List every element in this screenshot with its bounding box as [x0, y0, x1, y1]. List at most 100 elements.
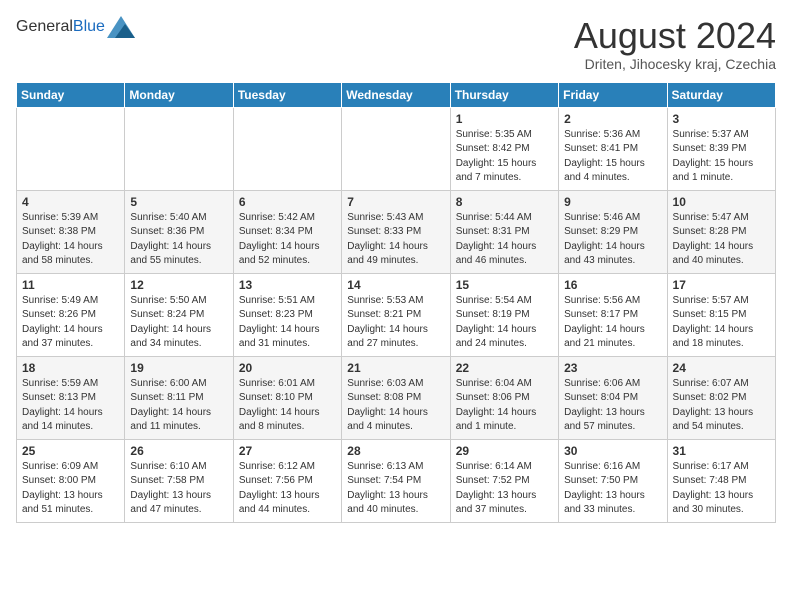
- day-number: 26: [130, 444, 227, 458]
- day-number: 24: [673, 361, 770, 375]
- day-number: 18: [22, 361, 119, 375]
- day-number: 19: [130, 361, 227, 375]
- day-info: Sunrise: 5:43 AM Sunset: 8:33 PM Dayligh…: [347, 211, 444, 269]
- day-number: 6: [239, 195, 336, 209]
- day-cell: 17Sunrise: 5:57 AM Sunset: 8:15 PM Dayli…: [667, 273, 775, 356]
- day-cell: 21Sunrise: 6:03 AM Sunset: 8:08 PM Dayli…: [342, 356, 450, 439]
- day-info: Sunrise: 5:39 AM Sunset: 8:38 PM Dayligh…: [22, 211, 119, 269]
- day-number: 16: [564, 278, 661, 292]
- day-cell: 7 Sunrise: 5:43 AM Sunset: 8:33 PM Daylig…: [342, 190, 450, 273]
- weekday-header-monday: Monday: [125, 82, 233, 107]
- day-cell: 24 Sunrise: 6:07 AM Sunset: 8:02 PM Dayli…: [667, 356, 775, 439]
- day-number: 8: [456, 195, 553, 209]
- day-number: 3: [673, 112, 770, 126]
- day-cell: 6 Sunrise: 5:42 AM Sunset: 8:34 PM Daylig…: [233, 190, 341, 273]
- day-cell: 18 Sunrise: 5:59 AM Sunset: 8:13 PM Dayli…: [17, 356, 125, 439]
- logo: GeneralBlue: [16, 16, 135, 38]
- day-info: Sunrise: 5:53 AM Sunset: 8:21 PM Dayligh…: [347, 294, 444, 352]
- page-header: GeneralBlue August 2024 Driten, Jihocesk…: [16, 16, 776, 72]
- day-cell: 27 Sunrise: 6:12 AM Sunset: 7:56 PM Dayli…: [233, 439, 341, 522]
- day-cell: 16 Sunrise: 5:56 AM Sunset: 8:17 PM Dayli…: [559, 273, 667, 356]
- day-number: 22: [456, 361, 553, 375]
- day-cell: 15 Sunrise: 5:54 AM Sunset: 8:19 PM Dayli…: [450, 273, 558, 356]
- day-cell: 1Sunrise: 5:35 AM Sunset: 8:42 PM Daylig…: [450, 107, 558, 190]
- day-info: Sunrise: 6:12 AM Sunset: 7:56 PM Dayligh…: [239, 460, 336, 518]
- day-info: Sunrise: 6:14 AM Sunset: 7:52 PM Dayligh…: [456, 460, 553, 518]
- day-cell: 22 Sunrise: 6:04 AM Sunset: 8:06 PM Dayli…: [450, 356, 558, 439]
- weekday-header-sunday: Sunday: [17, 82, 125, 107]
- weekday-header-tuesday: Tuesday: [233, 82, 341, 107]
- weekday-header-thursday: Thursday: [450, 82, 558, 107]
- day-info: Sunrise: 6:04 AM Sunset: 8:06 PM Dayligh…: [456, 377, 553, 435]
- day-info: Sunrise: 6:01 AM Sunset: 8:10 PM Dayligh…: [239, 377, 336, 435]
- day-info: Sunrise: 5:44 AM Sunset: 8:31 PM Dayligh…: [456, 211, 553, 269]
- week-row-2: 4 Sunrise: 5:39 AM Sunset: 8:38 PM Daylig…: [17, 190, 776, 273]
- day-number: 31: [673, 444, 770, 458]
- day-cell: 10Sunrise: 5:47 AM Sunset: 8:28 PM Dayli…: [667, 190, 775, 273]
- day-cell: [125, 107, 233, 190]
- day-number: 2: [564, 112, 661, 126]
- day-info: Sunrise: 5:51 AM Sunset: 8:23 PM Dayligh…: [239, 294, 336, 352]
- day-number: 14: [347, 278, 444, 292]
- day-cell: 4 Sunrise: 5:39 AM Sunset: 8:38 PM Daylig…: [17, 190, 125, 273]
- week-row-4: 18 Sunrise: 5:59 AM Sunset: 8:13 PM Dayli…: [17, 356, 776, 439]
- day-cell: 30Sunrise: 6:16 AM Sunset: 7:50 PM Dayli…: [559, 439, 667, 522]
- day-cell: 14 Sunrise: 5:53 AM Sunset: 8:21 PM Dayli…: [342, 273, 450, 356]
- week-row-3: 11Sunrise: 5:49 AM Sunset: 8:26 PM Dayli…: [17, 273, 776, 356]
- day-cell: 13 Sunrise: 5:51 AM Sunset: 8:23 PM Dayli…: [233, 273, 341, 356]
- day-info: Sunrise: 6:03 AM Sunset: 8:08 PM Dayligh…: [347, 377, 444, 435]
- day-cell: [17, 107, 125, 190]
- day-info: Sunrise: 5:37 AM Sunset: 8:39 PM Dayligh…: [673, 128, 770, 186]
- day-info: Sunrise: 5:46 AM Sunset: 8:29 PM Dayligh…: [564, 211, 661, 269]
- logo-blue: Blue: [73, 18, 105, 35]
- title-block: August 2024 Driten, Jihocesky kraj, Czec…: [574, 16, 776, 72]
- day-info: Sunrise: 6:06 AM Sunset: 8:04 PM Dayligh…: [564, 377, 661, 435]
- day-number: 12: [130, 278, 227, 292]
- day-info: Sunrise: 6:17 AM Sunset: 7:48 PM Dayligh…: [673, 460, 770, 518]
- logo-general: General: [16, 18, 73, 35]
- day-cell: 29 Sunrise: 6:14 AM Sunset: 7:52 PM Dayli…: [450, 439, 558, 522]
- day-number: 10: [673, 195, 770, 209]
- day-number: 4: [22, 195, 119, 209]
- day-cell: 28 Sunrise: 6:13 AM Sunset: 7:54 PM Dayli…: [342, 439, 450, 522]
- day-info: Sunrise: 5:50 AM Sunset: 8:24 PM Dayligh…: [130, 294, 227, 352]
- day-info: Sunrise: 6:00 AM Sunset: 8:11 PM Dayligh…: [130, 377, 227, 435]
- day-info: Sunrise: 6:07 AM Sunset: 8:02 PM Dayligh…: [673, 377, 770, 435]
- day-cell: 11Sunrise: 5:49 AM Sunset: 8:26 PM Dayli…: [17, 273, 125, 356]
- day-number: 27: [239, 444, 336, 458]
- day-info: Sunrise: 6:10 AM Sunset: 7:58 PM Dayligh…: [130, 460, 227, 518]
- day-info: Sunrise: 6:13 AM Sunset: 7:54 PM Dayligh…: [347, 460, 444, 518]
- calendar-table: SundayMondayTuesdayWednesdayThursdayFrid…: [16, 82, 776, 523]
- day-number: 20: [239, 361, 336, 375]
- day-number: 29: [456, 444, 553, 458]
- day-cell: [233, 107, 341, 190]
- weekday-header-wednesday: Wednesday: [342, 82, 450, 107]
- day-number: 28: [347, 444, 444, 458]
- day-cell: 5Sunrise: 5:40 AM Sunset: 8:36 PM Daylig…: [125, 190, 233, 273]
- day-info: Sunrise: 5:59 AM Sunset: 8:13 PM Dayligh…: [22, 377, 119, 435]
- day-cell: 26 Sunrise: 6:10 AM Sunset: 7:58 PM Dayli…: [125, 439, 233, 522]
- day-number: 11: [22, 278, 119, 292]
- day-number: 7: [347, 195, 444, 209]
- day-cell: 20 Sunrise: 6:01 AM Sunset: 8:10 PM Dayli…: [233, 356, 341, 439]
- day-cell: 3 Sunrise: 5:37 AM Sunset: 8:39 PM Daylig…: [667, 107, 775, 190]
- day-number: 9: [564, 195, 661, 209]
- day-info: Sunrise: 5:54 AM Sunset: 8:19 PM Dayligh…: [456, 294, 553, 352]
- day-info: Sunrise: 6:16 AM Sunset: 7:50 PM Dayligh…: [564, 460, 661, 518]
- day-cell: 19 Sunrise: 6:00 AM Sunset: 8:11 PM Dayli…: [125, 356, 233, 439]
- day-info: Sunrise: 5:35 AM Sunset: 8:42 PM Dayligh…: [456, 128, 553, 186]
- day-cell: 25Sunrise: 6:09 AM Sunset: 8:00 PM Dayli…: [17, 439, 125, 522]
- day-cell: 31 Sunrise: 6:17 AM Sunset: 7:48 PM Dayli…: [667, 439, 775, 522]
- day-cell: 12 Sunrise: 5:50 AM Sunset: 8:24 PM Dayli…: [125, 273, 233, 356]
- week-row-1: 1Sunrise: 5:35 AM Sunset: 8:42 PM Daylig…: [17, 107, 776, 190]
- day-info: Sunrise: 5:42 AM Sunset: 8:34 PM Dayligh…: [239, 211, 336, 269]
- day-cell: [342, 107, 450, 190]
- day-number: 13: [239, 278, 336, 292]
- day-info: Sunrise: 5:56 AM Sunset: 8:17 PM Dayligh…: [564, 294, 661, 352]
- day-cell: 9 Sunrise: 5:46 AM Sunset: 8:29 PM Daylig…: [559, 190, 667, 273]
- weekday-header-friday: Friday: [559, 82, 667, 107]
- day-cell: 2 Sunrise: 5:36 AM Sunset: 8:41 PM Daylig…: [559, 107, 667, 190]
- day-number: 15: [456, 278, 553, 292]
- day-info: Sunrise: 5:40 AM Sunset: 8:36 PM Dayligh…: [130, 211, 227, 269]
- day-info: Sunrise: 5:36 AM Sunset: 8:41 PM Dayligh…: [564, 128, 661, 186]
